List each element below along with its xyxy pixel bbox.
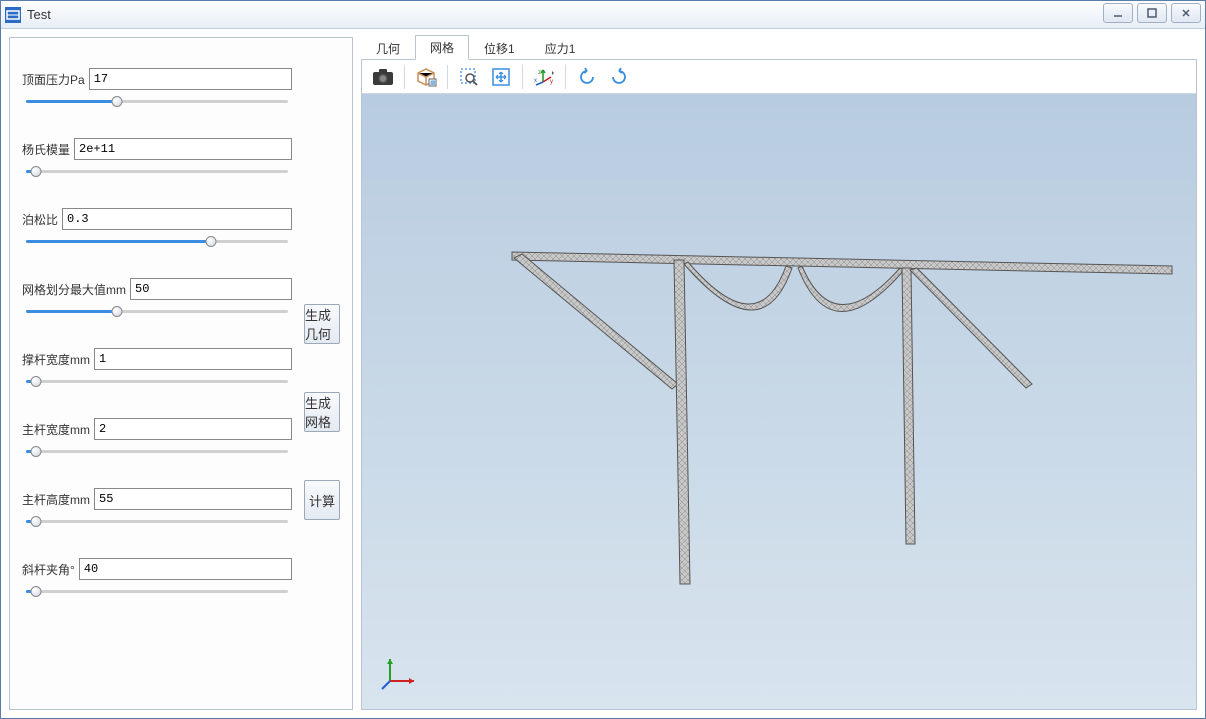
minimize-button[interactable] bbox=[1103, 3, 1133, 23]
window-title: Test bbox=[27, 7, 51, 22]
bracewidth-slider[interactable] bbox=[22, 374, 292, 390]
svg-text:x: x bbox=[534, 78, 537, 84]
param-pressure: 顶面压力Pa bbox=[22, 68, 292, 110]
youngs-input[interactable] bbox=[74, 138, 292, 160]
titlebar: Test bbox=[1, 1, 1205, 29]
param-label: 网格划分最大值mm bbox=[22, 281, 126, 298]
view-mode-icon[interactable] bbox=[411, 63, 441, 91]
camera-icon[interactable] bbox=[368, 63, 398, 91]
mainwidth-input[interactable] bbox=[94, 418, 292, 440]
youngs-slider[interactable] bbox=[22, 164, 292, 180]
param-label: 斜杆夹角° bbox=[22, 561, 75, 578]
mainwidth-slider[interactable] bbox=[22, 444, 292, 460]
zoom-selection-icon[interactable] bbox=[454, 63, 484, 91]
param-mainwidth: 主杆宽度mm bbox=[22, 418, 292, 460]
generate-mesh-button[interactable]: 生成网格 bbox=[304, 392, 340, 432]
meshmax-slider[interactable] bbox=[22, 304, 292, 320]
mainheight-slider[interactable] bbox=[22, 514, 292, 530]
viewport-3d[interactable] bbox=[362, 94, 1196, 709]
view-container: z y x bbox=[361, 59, 1197, 710]
param-mainheight: 主杆高度mm bbox=[22, 488, 292, 530]
tab-geometry[interactable]: 几何 bbox=[361, 36, 415, 60]
structure-mesh bbox=[502, 244, 1182, 624]
zoom-extents-icon[interactable] bbox=[486, 63, 516, 91]
view-toolbar: z y x bbox=[362, 60, 1196, 94]
poisson-slider[interactable] bbox=[22, 234, 292, 250]
param-meshmax: 网格划分最大值mm bbox=[22, 278, 292, 320]
view-panel: 几何 网格 位移1 应力1 bbox=[361, 37, 1197, 710]
app-icon bbox=[5, 7, 21, 23]
angle-slider[interactable] bbox=[22, 584, 292, 600]
action-buttons-column: 生成几何 生成网格 计算 bbox=[304, 68, 340, 697]
param-angle: 斜杆夹角° bbox=[22, 558, 292, 600]
param-poisson: 泊松比 bbox=[22, 208, 292, 250]
param-label: 顶面压力Pa bbox=[22, 71, 85, 88]
window-controls bbox=[1103, 3, 1201, 23]
bracewidth-input[interactable] bbox=[94, 348, 292, 370]
parameters-column: 顶面压力Pa 杨氏模量 bbox=[22, 68, 292, 697]
meshmax-input[interactable] bbox=[130, 278, 292, 300]
param-youngs: 杨氏模量 bbox=[22, 138, 292, 180]
poisson-input[interactable] bbox=[62, 208, 292, 230]
pressure-slider[interactable] bbox=[22, 94, 292, 110]
param-label: 撑杆宽度mm bbox=[22, 351, 90, 368]
tab-stress1[interactable]: 应力1 bbox=[530, 36, 591, 60]
tab-displacement1[interactable]: 位移1 bbox=[469, 36, 530, 60]
tab-mesh[interactable]: 网格 bbox=[415, 35, 469, 60]
param-bracewidth: 撑杆宽度mm bbox=[22, 348, 292, 390]
svg-text:z: z bbox=[538, 70, 541, 76]
content-area: 顶面压力Pa 杨氏模量 bbox=[1, 29, 1205, 718]
generate-geometry-button[interactable]: 生成几何 bbox=[304, 304, 340, 344]
param-label: 杨氏模量 bbox=[22, 141, 70, 158]
parameters-panel: 顶面压力Pa 杨氏模量 bbox=[9, 37, 353, 710]
compute-button[interactable]: 计算 bbox=[304, 480, 340, 520]
close-button[interactable] bbox=[1171, 3, 1201, 23]
param-label: 泊松比 bbox=[22, 211, 58, 228]
rotate-ccw-icon[interactable] bbox=[604, 63, 634, 91]
axis-orient-icon[interactable]: z y x bbox=[529, 63, 559, 91]
view-tabs: 几何 网格 位移1 应力1 bbox=[361, 37, 1197, 59]
param-label: 主杆宽度mm bbox=[22, 421, 90, 438]
pressure-input[interactable] bbox=[89, 68, 292, 90]
svg-text:y: y bbox=[550, 79, 553, 85]
angle-input[interactable] bbox=[79, 558, 292, 580]
maximize-button[interactable] bbox=[1137, 3, 1167, 23]
app-window: Test 顶面压力Pa bbox=[0, 0, 1206, 719]
param-label: 主杆高度mm bbox=[22, 491, 90, 508]
mainheight-input[interactable] bbox=[94, 488, 292, 510]
axis-triad-icon bbox=[380, 651, 420, 691]
rotate-cw-icon[interactable] bbox=[572, 63, 602, 91]
